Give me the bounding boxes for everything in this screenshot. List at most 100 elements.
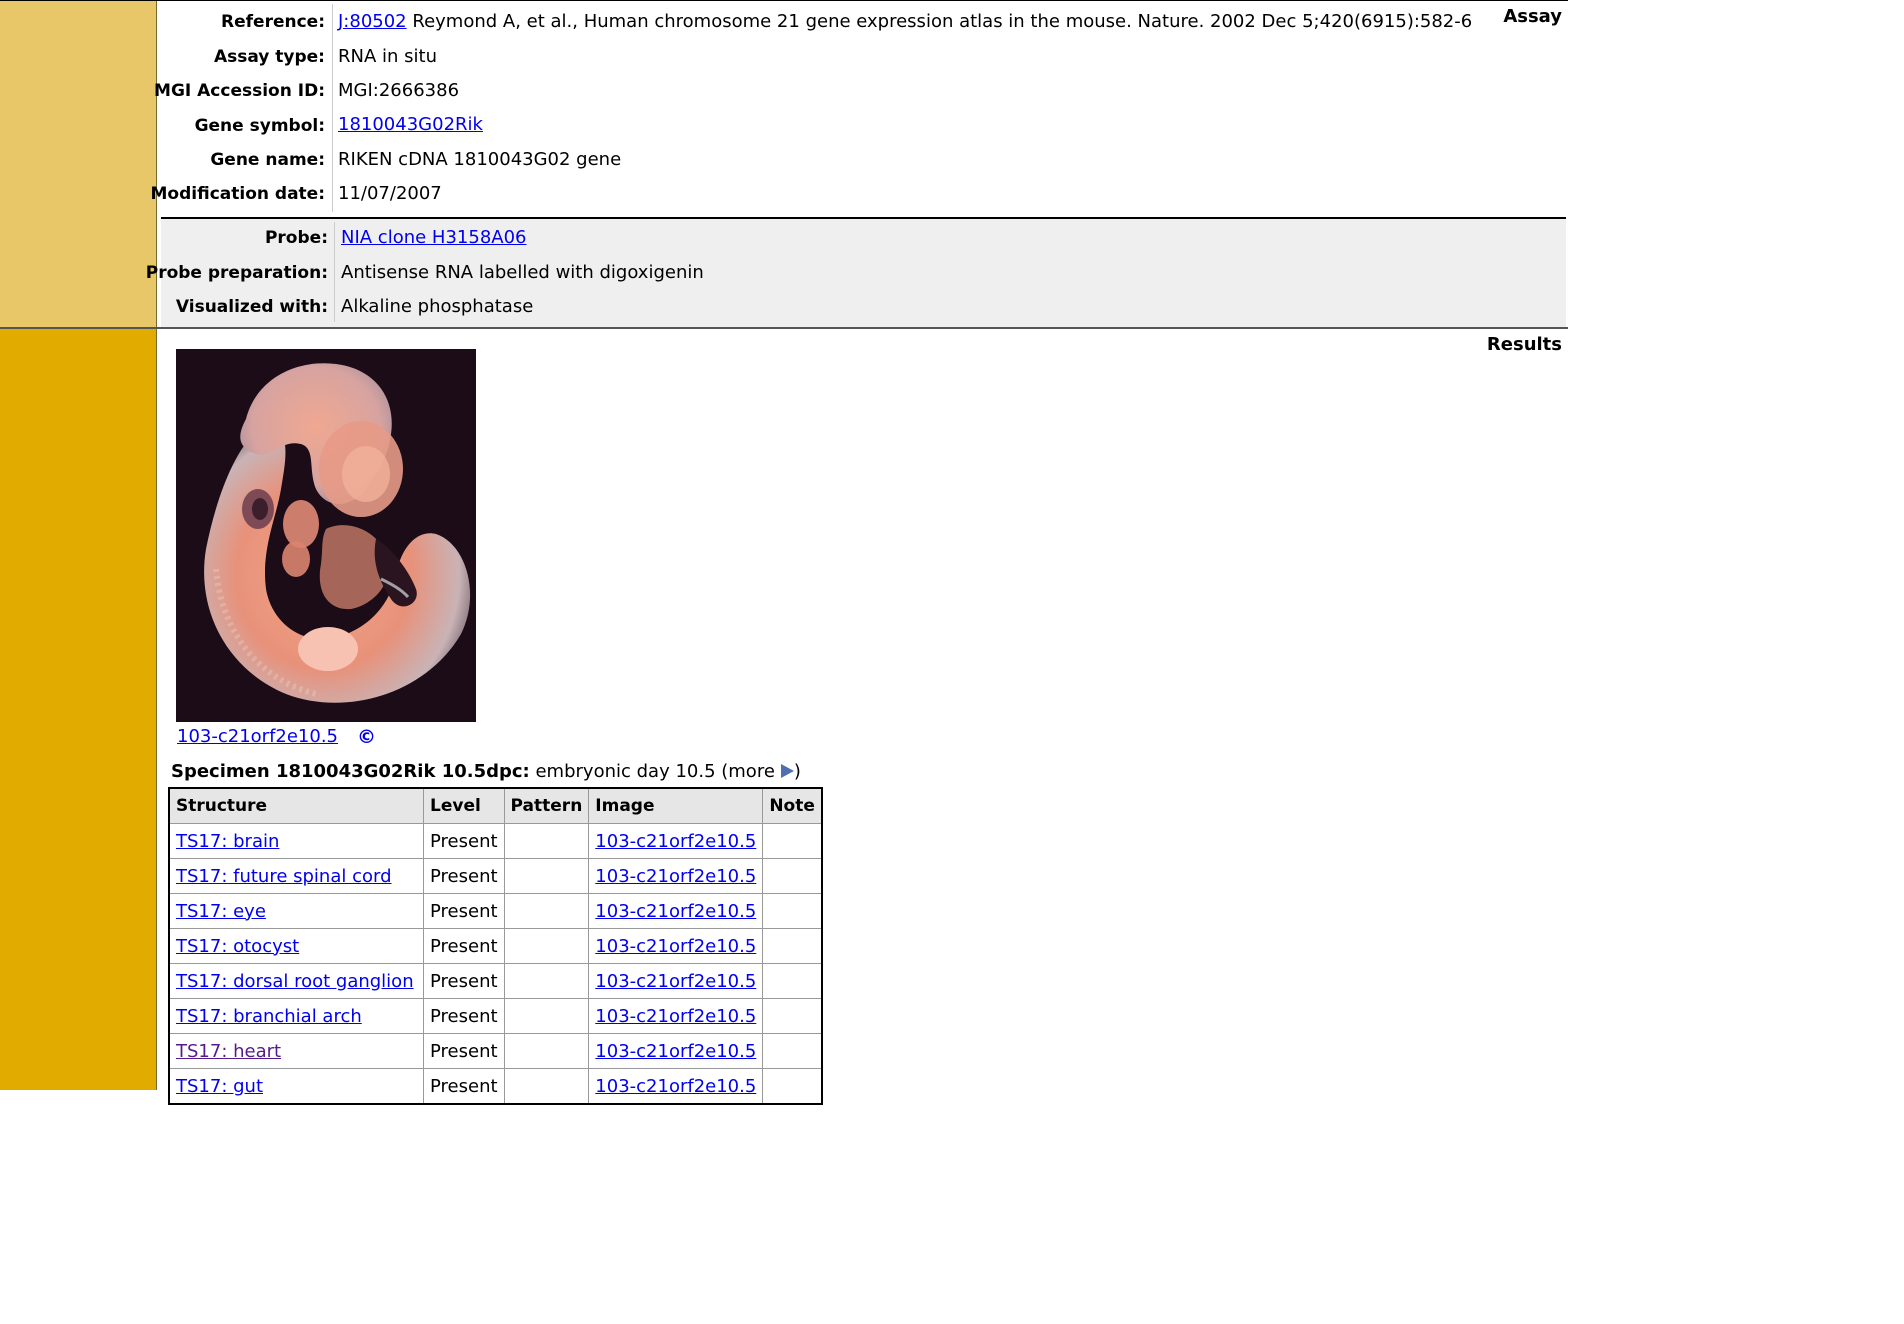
probe-column-divider bbox=[334, 222, 335, 322]
embryo-illustration bbox=[176, 349, 476, 722]
probe-preparation-value: Antisense RNA labelled with digoxigenin bbox=[341, 262, 704, 283]
reference-link[interactable]: J:80502 bbox=[338, 11, 407, 32]
cell-image: 103-c21orf2e10.5 bbox=[588, 998, 764, 1034]
assay-type-label: Assay type: bbox=[213, 47, 325, 67]
table-row: TS17: brain Present 103-c21orf2e10.5 bbox=[168, 823, 823, 859]
cell-image: 103-c21orf2e10.5 bbox=[588, 963, 764, 999]
header-image: Image bbox=[588, 787, 764, 824]
reference-label: Reference: bbox=[221, 12, 325, 32]
copyright-icon[interactable]: © bbox=[357, 726, 376, 748]
cell-pattern bbox=[503, 823, 590, 859]
accession-label: MGI Accession ID: bbox=[154, 81, 325, 101]
structure-link[interactable]: TS17: future spinal cord bbox=[176, 866, 392, 887]
cell-pattern bbox=[503, 928, 590, 964]
table-row: TS17: branchial arch Present 103-c21orf2… bbox=[168, 998, 823, 1034]
gene-name-label: Gene name: bbox=[210, 150, 325, 170]
cell-note bbox=[762, 963, 823, 999]
section-divider bbox=[0, 327, 1568, 329]
top-rule bbox=[0, 0, 1568, 1]
header-note: Note bbox=[762, 787, 823, 824]
cell-pattern bbox=[503, 893, 590, 929]
structure-link[interactable]: TS17: branchial arch bbox=[176, 1006, 362, 1027]
table-row: TS17: heart Present 103-c21orf2e10.5 bbox=[168, 1033, 823, 1069]
specimen-heading: Specimen 1810043G02Rik 10.5dpc: embryoni… bbox=[171, 761, 801, 782]
header-pattern: Pattern bbox=[503, 787, 590, 824]
image-link[interactable]: 103-c21orf2e10.5 bbox=[595, 1076, 756, 1097]
cell-level: Present bbox=[423, 1068, 505, 1105]
cell-note bbox=[762, 1033, 823, 1069]
image-link[interactable]: 103-c21orf2e10.5 bbox=[595, 936, 756, 957]
cell-structure: TS17: eye bbox=[168, 893, 424, 929]
probe-preparation-label: Probe preparation: bbox=[145, 263, 328, 283]
embryo-image[interactable] bbox=[176, 349, 476, 722]
table-row: TS17: gut Present 103-c21orf2e10.5 bbox=[168, 1068, 823, 1105]
structure-link[interactable]: TS17: heart bbox=[176, 1041, 281, 1062]
cell-structure: TS17: dorsal root ganglion bbox=[168, 963, 424, 999]
structure-link[interactable]: TS17: dorsal root ganglion bbox=[176, 971, 414, 992]
cell-pattern bbox=[503, 963, 590, 999]
assay-section-title: Assay bbox=[1503, 6, 1562, 27]
cell-pattern bbox=[503, 1068, 590, 1105]
cell-structure: TS17: otocyst bbox=[168, 928, 424, 964]
cell-note bbox=[762, 823, 823, 859]
image-link[interactable]: 103-c21orf2e10.5 bbox=[595, 971, 756, 992]
cell-level: Present bbox=[423, 823, 505, 859]
accession-value: MGI:2666386 bbox=[338, 80, 460, 101]
cell-level: Present bbox=[423, 928, 505, 964]
header-level: Level bbox=[423, 787, 505, 824]
modification-date-label: Modification date: bbox=[150, 184, 326, 204]
table-row: TS17: otocyst Present 103-c21orf2e10.5 bbox=[168, 928, 823, 964]
image-link[interactable]: 103-c21orf2e10.5 bbox=[595, 901, 756, 922]
cell-image: 103-c21orf2e10.5 bbox=[588, 928, 764, 964]
reference-value: J:80502 Reymond A, et al., Human chromos… bbox=[338, 11, 1472, 32]
image-link[interactable]: 103-c21orf2e10.5 bbox=[595, 866, 756, 887]
image-link[interactable]: 103-c21orf2e10.5 bbox=[595, 1041, 756, 1062]
cell-level: Present bbox=[423, 963, 505, 999]
cell-note bbox=[762, 858, 823, 894]
visualized-with-label: Visualized with: bbox=[175, 297, 328, 317]
gene-symbol-value: 1810043G02Rik bbox=[338, 114, 483, 135]
cell-level: Present bbox=[423, 1033, 505, 1069]
table-row: TS17: future spinal cord Present 103-c21… bbox=[168, 858, 823, 894]
results-section-title: Results bbox=[1486, 334, 1562, 355]
reference-text: Reymond A, et al., Human chromosome 21 g… bbox=[412, 11, 1473, 32]
cell-image: 103-c21orf2e10.5 bbox=[588, 1033, 764, 1069]
cell-pattern bbox=[503, 1033, 590, 1069]
specimen-description: embryonic day 10.5 (more bbox=[529, 761, 775, 782]
probe-label: Probe: bbox=[264, 228, 328, 248]
specimen-close-paren: ) bbox=[793, 761, 801, 782]
structure-link[interactable]: TS17: gut bbox=[176, 1076, 263, 1097]
assay-type-value: RNA in situ bbox=[338, 46, 437, 67]
image-link[interactable]: 103-c21orf2e10.5 bbox=[595, 1006, 756, 1027]
structure-link[interactable]: TS17: brain bbox=[176, 831, 279, 852]
cell-structure: TS17: gut bbox=[168, 1068, 424, 1105]
cell-structure: TS17: brain bbox=[168, 823, 424, 859]
cell-pattern bbox=[503, 998, 590, 1034]
results-table: Structure Level Pattern Image Note TS17:… bbox=[168, 787, 823, 1105]
results-section-label bbox=[0, 329, 157, 1090]
structure-link[interactable]: TS17: otocyst bbox=[176, 936, 299, 957]
cell-level: Present bbox=[423, 893, 505, 929]
table-row: TS17: eye Present 103-c21orf2e10.5 bbox=[168, 893, 823, 929]
column-divider bbox=[332, 4, 333, 212]
structure-link[interactable]: TS17: eye bbox=[176, 901, 266, 922]
specimen-title: Specimen 1810043G02Rik 10.5dpc: bbox=[171, 761, 530, 782]
image-link[interactable]: 103-c21orf2e10.5 bbox=[595, 831, 756, 852]
visualized-with-value: Alkaline phosphatase bbox=[341, 296, 534, 317]
cell-note bbox=[762, 1068, 823, 1105]
header-structure: Structure bbox=[168, 787, 424, 824]
cell-image: 103-c21orf2e10.5 bbox=[588, 858, 764, 894]
cell-structure: TS17: future spinal cord bbox=[168, 858, 424, 894]
more-arrow-icon[interactable] bbox=[780, 764, 794, 778]
cell-note bbox=[762, 893, 823, 929]
cell-note bbox=[762, 998, 823, 1034]
assay-section-label bbox=[0, 1, 157, 327]
cell-note bbox=[762, 928, 823, 964]
gene-name-value: RIKEN cDNA 1810043G02 gene bbox=[338, 149, 622, 170]
gene-symbol-label: Gene symbol: bbox=[194, 116, 325, 136]
gene-symbol-link[interactable]: 1810043G02Rik bbox=[338, 114, 483, 135]
cell-level: Present bbox=[423, 998, 505, 1034]
cell-image: 103-c21orf2e10.5 bbox=[588, 893, 764, 929]
image-caption-link[interactable]: 103-c21orf2e10.5 bbox=[177, 726, 338, 747]
probe-link[interactable]: NIA clone H3158A06 bbox=[341, 227, 526, 248]
